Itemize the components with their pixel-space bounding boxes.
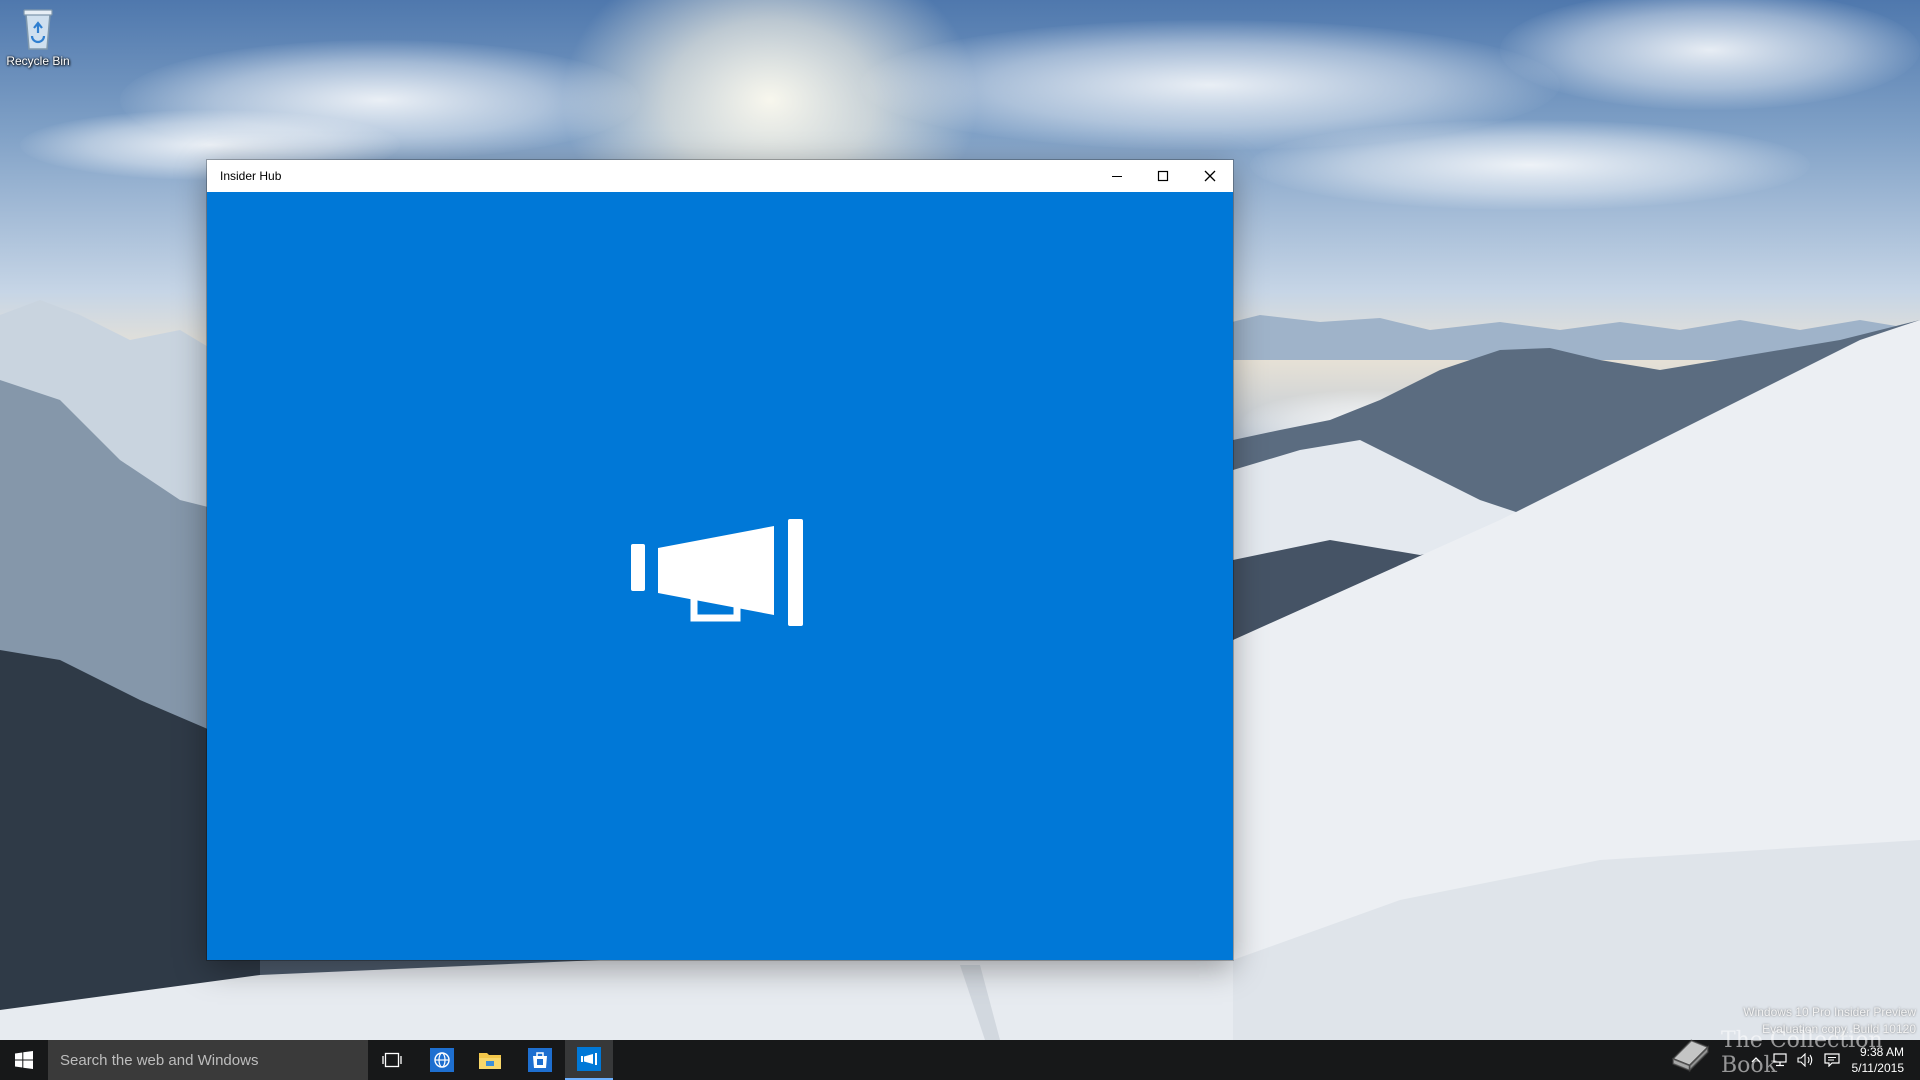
insider-hub-window[interactable]: Insider Hub [207,160,1233,960]
book-logo-icon [1671,1039,1710,1073]
search-placeholder: Search the web and Windows [60,1052,259,1069]
close-icon [1204,170,1216,182]
desktop-icon-recycle-bin[interactable]: Recycle Bin [0,6,76,68]
search-box[interactable]: Search the web and Windows [48,1040,368,1080]
app-splash-screen [207,192,1233,960]
site-watermark: The Collection Book [1668,1028,1908,1078]
windows-logo-icon [15,1051,33,1069]
taskbar: Search the web and Windows 9:38 AM 5/11/… [0,1040,1920,1080]
task-view-icon [382,1052,402,1068]
task-view-button[interactable] [368,1040,416,1080]
maximize-button[interactable] [1140,160,1186,192]
megaphone-icon [631,519,803,626]
file-explorer-button[interactable] [466,1040,514,1080]
close-button[interactable] [1187,160,1233,192]
recycle-bin-icon [17,6,59,52]
globe-icon [430,1048,454,1072]
store-button[interactable] [516,1040,564,1080]
store-bag-icon [528,1048,552,1072]
minimize-button[interactable] [1094,160,1140,192]
megaphone-icon [577,1047,601,1071]
watermark-line-1: Windows 10 Pro Insider Preview [1743,1005,1916,1019]
browser-button[interactable] [418,1040,466,1080]
site-watermark-text: The Collection Book [1720,1028,1883,1078]
window-title: Insider Hub [220,169,282,183]
start-button[interactable] [0,1040,48,1080]
window-titlebar[interactable]: Insider Hub [207,160,1233,193]
insider-hub-taskbar-button[interactable] [565,1040,613,1080]
desktop-icon-label: Recycle Bin [6,54,70,68]
maximize-icon [1157,170,1169,182]
minimize-icon [1112,176,1122,177]
folder-icon [479,1053,501,1069]
